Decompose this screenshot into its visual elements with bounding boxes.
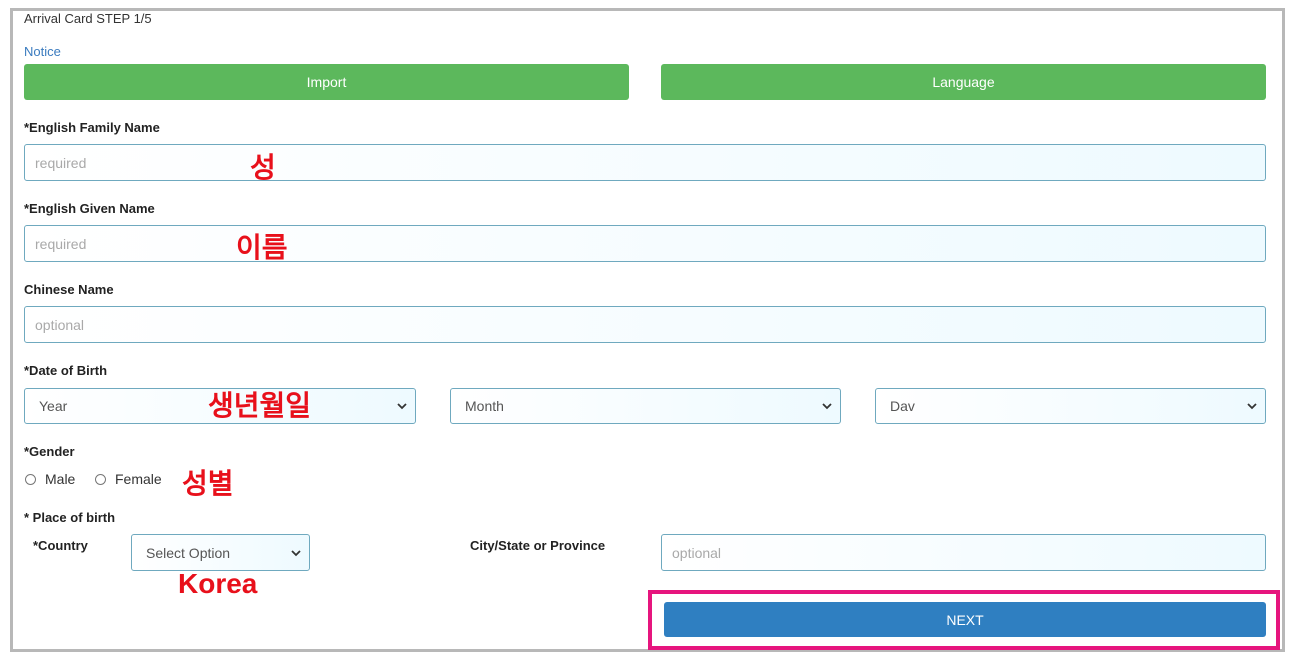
- country-select[interactable]: Select Option: [131, 534, 310, 571]
- import-button[interactable]: Import: [24, 64, 629, 100]
- city-label: City/State or Province: [470, 538, 606, 553]
- gender-female-radio[interactable]: [95, 474, 106, 485]
- family-name-annotation: 성: [250, 151, 276, 184]
- city-input[interactable]: optional: [661, 534, 1266, 571]
- place-of-birth-label: * Place of birth: [24, 510, 116, 525]
- chevron-down-icon: [1247, 403, 1257, 410]
- gender-male-radio[interactable]: [25, 474, 36, 485]
- chinese-name-input[interactable]: optional: [24, 306, 1266, 343]
- given-name-annotation: 이름: [236, 231, 288, 264]
- dob-month-value: Month: [465, 398, 504, 414]
- notice-link[interactable]: Notice: [24, 44, 61, 59]
- dob-day-select[interactable]: Dav: [875, 388, 1266, 424]
- step-title: Arrival Card STEP 1/5: [24, 11, 152, 26]
- country-label: *Country: [33, 538, 88, 553]
- dob-label: *Date of Birth: [24, 363, 108, 378]
- family-name-input[interactable]: required: [24, 144, 1266, 181]
- dob-year-value: Year: [39, 398, 68, 414]
- next-button[interactable]: NEXT: [664, 602, 1266, 637]
- dob-month-select[interactable]: Month: [450, 388, 841, 424]
- gender-label: *Gender: [24, 444, 75, 459]
- family-name-placeholder: required: [35, 154, 87, 171]
- city-placeholder: optional: [672, 544, 722, 561]
- dob-day-value: Dav: [890, 398, 915, 414]
- given-name-placeholder: required: [35, 235, 87, 252]
- family-name-label: *English Family Name: [24, 120, 160, 135]
- given-name-label: *English Given Name: [24, 201, 155, 216]
- chevron-down-icon: [291, 549, 301, 556]
- chevron-down-icon: [822, 403, 832, 410]
- gender-female-label[interactable]: Female: [115, 471, 162, 487]
- chevron-down-icon: [397, 403, 407, 410]
- language-button[interactable]: Language: [661, 64, 1266, 100]
- gender-male-label[interactable]: Male: [45, 471, 75, 487]
- chinese-name-label: Chinese Name: [24, 282, 114, 297]
- country-annotation: Korea: [178, 568, 258, 599]
- country-value: Select Option: [146, 544, 231, 561]
- chinese-name-placeholder: optional: [35, 316, 85, 333]
- gender-annotation: 성별: [182, 467, 234, 500]
- given-name-input[interactable]: required: [24, 225, 1266, 262]
- dob-annotation: 생년월일: [208, 389, 312, 422]
